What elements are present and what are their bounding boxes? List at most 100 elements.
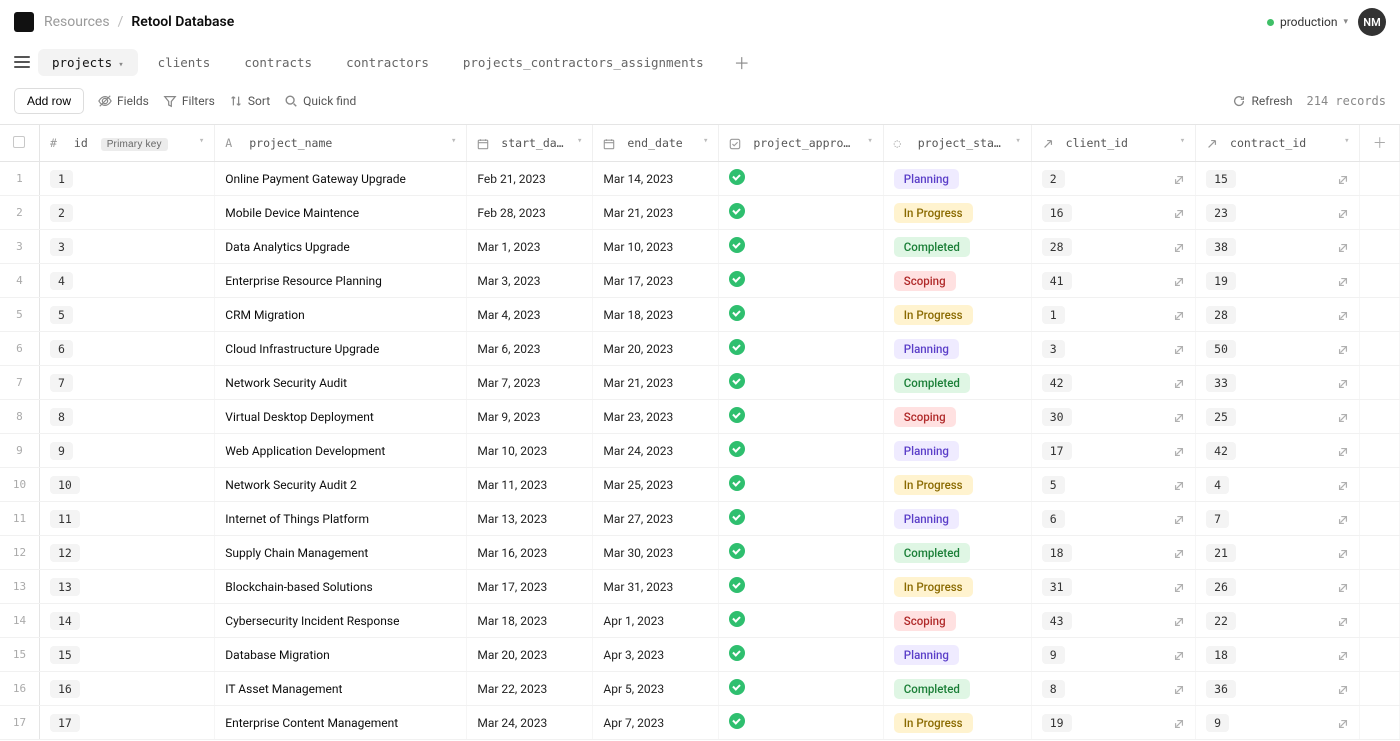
- table-row[interactable]: 1616IT Asset ManagementMar 22, 2023Apr 5…: [0, 672, 1400, 706]
- tab-contracts[interactable]: contracts: [230, 49, 326, 76]
- cell-project-name[interactable]: Online Payment Gateway Upgrade: [215, 162, 467, 196]
- cell-start-date[interactable]: Mar 4, 2023: [467, 298, 593, 332]
- open-external-icon[interactable]: [1173, 683, 1185, 695]
- cell-start-date[interactable]: Mar 3, 2023: [467, 264, 593, 298]
- cell-approved[interactable]: [719, 672, 883, 706]
- cell-project-name[interactable]: Web Application Development: [215, 434, 467, 468]
- cell-status[interactable]: Completed: [883, 672, 1031, 706]
- open-external-icon[interactable]: [1337, 411, 1349, 423]
- cell-client-id[interactable]: 43: [1031, 604, 1195, 638]
- open-external-icon[interactable]: [1337, 445, 1349, 457]
- open-external-icon[interactable]: [1173, 445, 1185, 457]
- cell-start-date[interactable]: Mar 7, 2023: [467, 366, 593, 400]
- open-external-icon[interactable]: [1173, 411, 1185, 423]
- open-external-icon[interactable]: [1337, 241, 1349, 253]
- cell-project-name[interactable]: Network Security Audit 2: [215, 468, 467, 502]
- cell-id[interactable]: 11: [39, 502, 214, 536]
- environment-selector[interactable]: production ▾: [1267, 15, 1348, 29]
- cell-start-date[interactable]: Mar 1, 2023: [467, 230, 593, 264]
- open-external-icon[interactable]: [1173, 309, 1185, 321]
- cell-approved[interactable]: [719, 570, 883, 604]
- table-row[interactable]: 1414Cybersecurity Incident ResponseMar 1…: [0, 604, 1400, 638]
- cell-end-date[interactable]: Mar 27, 2023: [593, 502, 719, 536]
- cell-end-date[interactable]: Mar 30, 2023: [593, 536, 719, 570]
- cell-end-date[interactable]: Mar 10, 2023: [593, 230, 719, 264]
- cell-approved[interactable]: [719, 298, 883, 332]
- cell-end-date[interactable]: Mar 14, 2023: [593, 162, 719, 196]
- cell-id[interactable]: 14: [39, 604, 214, 638]
- cell-end-date[interactable]: Mar 21, 2023: [593, 366, 719, 400]
- add-tab-button[interactable]: ＋: [726, 46, 758, 78]
- table-row[interactable]: 88Virtual Desktop DeploymentMar 9, 2023M…: [0, 400, 1400, 434]
- open-external-icon[interactable]: [1337, 207, 1349, 219]
- table-row[interactable]: 99Web Application DevelopmentMar 10, 202…: [0, 434, 1400, 468]
- cell-project-name[interactable]: IT Asset Management: [215, 672, 467, 706]
- cell-end-date[interactable]: Mar 20, 2023: [593, 332, 719, 366]
- cell-end-date[interactable]: Mar 25, 2023: [593, 468, 719, 502]
- table-row[interactable]: 1717Enterprise Content ManagementMar 24,…: [0, 706, 1400, 740]
- cell-approved[interactable]: [719, 706, 883, 740]
- cell-contract-id[interactable]: 9: [1196, 706, 1360, 740]
- cell-end-date[interactable]: Apr 1, 2023: [593, 604, 719, 638]
- open-external-icon[interactable]: [1173, 717, 1185, 729]
- cell-id[interactable]: 10: [39, 468, 214, 502]
- cell-approved[interactable]: [719, 400, 883, 434]
- open-external-icon[interactable]: [1337, 615, 1349, 627]
- open-external-icon[interactable]: [1337, 717, 1349, 729]
- select-all-checkbox[interactable]: [13, 136, 25, 148]
- cell-client-id[interactable]: 41: [1031, 264, 1195, 298]
- cell-project-name[interactable]: Cloud Infrastructure Upgrade: [215, 332, 467, 366]
- cell-project-name[interactable]: Database Migration: [215, 638, 467, 672]
- cell-start-date[interactable]: Mar 11, 2023: [467, 468, 593, 502]
- cell-client-id[interactable]: 31: [1031, 570, 1195, 604]
- cell-status[interactable]: Completed: [883, 366, 1031, 400]
- cell-status[interactable]: In Progress: [883, 570, 1031, 604]
- cell-project-name[interactable]: Enterprise Content Management: [215, 706, 467, 740]
- cell-status[interactable]: In Progress: [883, 298, 1031, 332]
- cell-start-date[interactable]: Feb 21, 2023: [467, 162, 593, 196]
- cell-client-id[interactable]: 18: [1031, 536, 1195, 570]
- open-external-icon[interactable]: [1173, 581, 1185, 593]
- quick-find-button[interactable]: Quick find: [284, 94, 356, 109]
- cell-status[interactable]: In Progress: [883, 706, 1031, 740]
- open-external-icon[interactable]: [1173, 615, 1185, 627]
- table-row[interactable]: 55CRM MigrationMar 4, 2023Mar 18, 2023In…: [0, 298, 1400, 332]
- cell-end-date[interactable]: Apr 7, 2023: [593, 706, 719, 740]
- cell-client-id[interactable]: 30: [1031, 400, 1195, 434]
- cell-status[interactable]: Planning: [883, 162, 1031, 196]
- open-external-icon[interactable]: [1337, 649, 1349, 661]
- cell-client-id[interactable]: 3: [1031, 332, 1195, 366]
- breadcrumb-root[interactable]: Resources: [44, 14, 110, 30]
- cell-status[interactable]: Planning: [883, 332, 1031, 366]
- cell-contract-id[interactable]: 15: [1196, 162, 1360, 196]
- table-row[interactable]: 44Enterprise Resource PlanningMar 3, 202…: [0, 264, 1400, 298]
- sidebar-toggle-icon[interactable]: [14, 56, 30, 68]
- cell-client-id[interactable]: 5: [1031, 468, 1195, 502]
- cell-client-id[interactable]: 19: [1031, 706, 1195, 740]
- cell-status[interactable]: Planning: [883, 638, 1031, 672]
- cell-start-date[interactable]: Mar 18, 2023: [467, 604, 593, 638]
- cell-client-id[interactable]: 28: [1031, 230, 1195, 264]
- table-row[interactable]: 22Mobile Device MaintenceFeb 28, 2023Mar…: [0, 196, 1400, 230]
- cell-id[interactable]: 7: [39, 366, 214, 400]
- cell-project-name[interactable]: Virtual Desktop Deployment: [215, 400, 467, 434]
- cell-project-name[interactable]: Supply Chain Management: [215, 536, 467, 570]
- table-row[interactable]: 1212Supply Chain ManagementMar 16, 2023M…: [0, 536, 1400, 570]
- cell-start-date[interactable]: Mar 13, 2023: [467, 502, 593, 536]
- cell-client-id[interactable]: 17: [1031, 434, 1195, 468]
- avatar[interactable]: NM: [1358, 8, 1386, 36]
- column-header-project-approved[interactable]: project_appro… ▾: [719, 125, 883, 162]
- cell-status[interactable]: Scoping: [883, 264, 1031, 298]
- cell-status[interactable]: In Progress: [883, 196, 1031, 230]
- cell-id[interactable]: 6: [39, 332, 214, 366]
- cell-approved[interactable]: [719, 162, 883, 196]
- tab-projects[interactable]: projects▾: [38, 49, 138, 76]
- open-external-icon[interactable]: [1337, 683, 1349, 695]
- open-external-icon[interactable]: [1337, 479, 1349, 491]
- table-row[interactable]: 77Network Security AuditMar 7, 2023Mar 2…: [0, 366, 1400, 400]
- open-external-icon[interactable]: [1337, 547, 1349, 559]
- table-row[interactable]: 1313Blockchain-based SolutionsMar 17, 20…: [0, 570, 1400, 604]
- open-external-icon[interactable]: [1173, 547, 1185, 559]
- cell-contract-id[interactable]: 21: [1196, 536, 1360, 570]
- column-header-project-name[interactable]: A project_name ▾: [215, 125, 467, 162]
